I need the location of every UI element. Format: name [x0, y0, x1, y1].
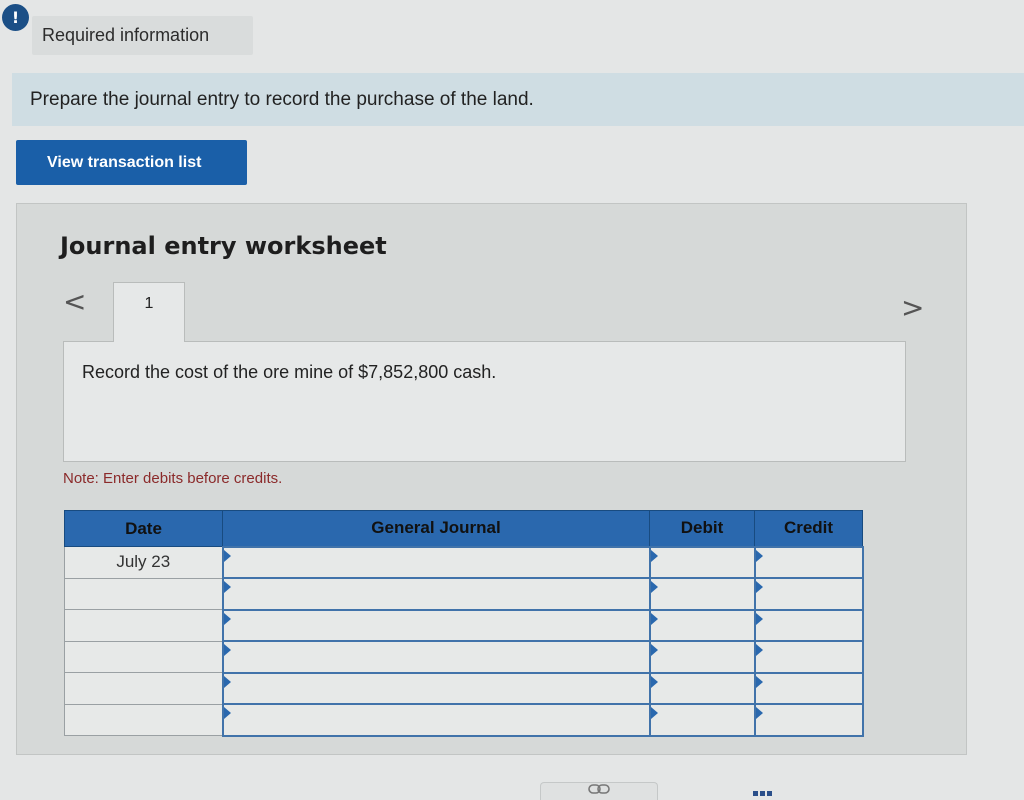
- table-row: July 23: [64, 545, 864, 579]
- required-information-text: Required information: [42, 25, 210, 45]
- account-select-cell[interactable]: [221, 671, 651, 705]
- dropdown-triangle-icon: [755, 644, 763, 656]
- journal-header-row: Date General Journal Debit Credit: [64, 510, 863, 547]
- date-cell: July 23: [64, 546, 223, 579]
- chevron-right-icon[interactable]: >: [901, 294, 924, 322]
- grid-icon[interactable]: [753, 791, 772, 796]
- dropdown-triangle-icon: [650, 612, 658, 625]
- entry-note: Note: Enter debits before credits.: [63, 470, 283, 487]
- chevron-left-icon[interactable]: <: [63, 288, 86, 316]
- dropdown-triangle-icon: [755, 549, 763, 562]
- credit-header: Credit: [754, 510, 863, 547]
- table-row: [64, 671, 864, 705]
- dropdown-triangle-icon: [755, 707, 763, 719]
- table-row: [64, 608, 864, 642]
- account-select-cell[interactable]: [221, 545, 651, 579]
- bottom-navigation-tab[interactable]: [540, 782, 658, 800]
- dropdown-triangle-icon: [650, 581, 658, 593]
- debit-input-cell[interactable]: [648, 703, 756, 737]
- debit-input-cell[interactable]: [648, 545, 756, 579]
- table-row: [64, 577, 864, 611]
- table-row: [64, 703, 864, 737]
- journal-table: Date General Journal Debit Credit July 2…: [64, 510, 864, 737]
- credit-input-cell[interactable]: [753, 545, 864, 579]
- account-select-cell[interactable]: [221, 640, 651, 674]
- debit-input-cell[interactable]: [648, 671, 756, 705]
- general-journal-header: General Journal: [222, 510, 650, 547]
- worksheet-tab-1[interactable]: 1: [113, 282, 185, 342]
- transaction-description-text: Record the cost of the ore mine of $7,85…: [82, 362, 497, 382]
- instruction-text: Prepare the journal entry to record the …: [30, 88, 534, 110]
- account-select-cell[interactable]: [221, 703, 651, 737]
- credit-input-cell[interactable]: [753, 608, 864, 642]
- date-cell: [64, 640, 223, 673]
- dropdown-triangle-icon: [223, 644, 231, 656]
- date-header: Date: [64, 510, 223, 547]
- credit-input-cell[interactable]: [753, 671, 864, 705]
- link-icon: [588, 784, 610, 794]
- dropdown-triangle-icon: [755, 675, 763, 688]
- date-cell: [64, 577, 223, 610]
- credit-input-cell[interactable]: [753, 640, 864, 674]
- dropdown-triangle-icon: [755, 612, 763, 625]
- date-cell: [64, 609, 223, 642]
- debit-input-cell[interactable]: [648, 608, 756, 642]
- view-transaction-list-button[interactable]: View transaction list: [16, 140, 247, 185]
- debit-header: Debit: [649, 510, 755, 547]
- credit-input-cell[interactable]: [753, 703, 864, 737]
- required-information-label: Required information: [32, 16, 253, 55]
- dropdown-triangle-icon: [223, 612, 231, 625]
- dropdown-triangle-icon: [223, 581, 231, 593]
- transaction-description: Record the cost of the ore mine of $7,85…: [63, 341, 906, 462]
- dropdown-triangle-icon: [650, 549, 658, 562]
- instruction-bar: Prepare the journal entry to record the …: [12, 73, 1024, 126]
- dropdown-triangle-icon: [755, 581, 763, 593]
- dropdown-triangle-icon: [223, 707, 231, 719]
- debit-input-cell[interactable]: [648, 577, 756, 611]
- date-cell: [64, 703, 223, 736]
- dropdown-triangle-icon: [650, 675, 658, 688]
- dropdown-triangle-icon: [223, 549, 231, 562]
- dropdown-triangle-icon: [650, 644, 658, 656]
- tab-label: 1: [144, 295, 154, 312]
- worksheet-title: Journal entry worksheet: [60, 232, 387, 260]
- debit-input-cell[interactable]: [648, 640, 756, 674]
- account-select-cell[interactable]: [221, 608, 651, 642]
- credit-input-cell[interactable]: [753, 577, 864, 611]
- date-cell: [64, 672, 223, 705]
- exclamation-icon: !: [2, 4, 29, 31]
- journal-entry-worksheet: Journal entry worksheet < 1 > Record the…: [16, 203, 967, 755]
- dropdown-triangle-icon: [650, 707, 658, 719]
- account-select-cell[interactable]: [221, 577, 651, 611]
- dropdown-triangle-icon: [223, 675, 231, 688]
- table-row: [64, 640, 864, 674]
